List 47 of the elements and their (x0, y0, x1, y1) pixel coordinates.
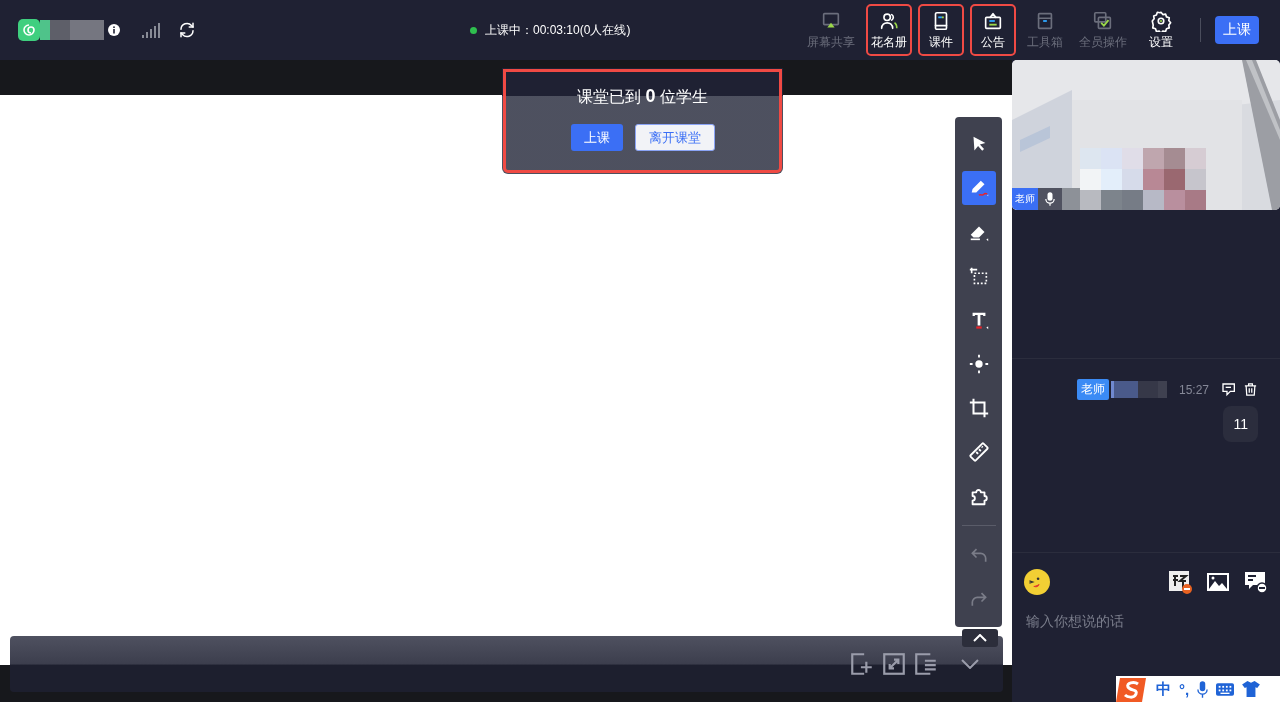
noticeboard-button[interactable]: 公告 (970, 4, 1016, 56)
microphone-icon[interactable] (1197, 680, 1209, 698)
collapse-button[interactable] (962, 629, 998, 647)
ruler-icon (967, 441, 990, 463)
redacted-name (1110, 381, 1167, 398)
trash-icon[interactable] (1243, 382, 1258, 397)
chevron-down-icon[interactable] (961, 659, 979, 669)
info-icon[interactable] (108, 24, 120, 36)
crop-icon (967, 397, 990, 419)
add-page-icon[interactable] (849, 651, 875, 677)
start-class-button[interactable]: 上课 (1215, 16, 1259, 44)
laser-pointer-icon (967, 353, 990, 375)
redacted-name (40, 20, 104, 40)
reply-message-icon[interactable] (1221, 381, 1237, 398)
mic-button[interactable] (1038, 188, 1062, 210)
settings-button[interactable]: 设置 (1138, 4, 1184, 56)
status-text: 上课中：00:03:10(0人在线) (485, 21, 631, 39)
settings-icon (1150, 9, 1172, 32)
ime-logo-icon[interactable] (1116, 676, 1148, 702)
signal-icon (142, 22, 160, 38)
fullscreen-icon[interactable] (881, 651, 907, 677)
message-input[interactable]: 输入你想说的话 (1012, 595, 1280, 651)
message-bubble: 11 (1223, 406, 1258, 442)
message-off-icon[interactable] (1244, 570, 1268, 594)
emoji-icon[interactable] (1024, 569, 1050, 595)
role-badge: 老师 (1012, 188, 1038, 210)
sender-role-tag: 老师 (1076, 379, 1109, 400)
people-button[interactable]: 花名册 (866, 4, 912, 56)
image-icon[interactable] (1206, 570, 1230, 594)
keyboard-icon[interactable] (1216, 682, 1235, 696)
microphone-icon (1045, 192, 1055, 206)
refresh-icon[interactable] (178, 21, 196, 39)
page-list-icon[interactable] (913, 651, 939, 677)
shirt-icon[interactable] (1242, 681, 1261, 697)
ime-mode-toggle[interactable]: °, (1179, 680, 1190, 698)
leave-class-button[interactable]: 离开课堂 (634, 124, 715, 151)
message-time: 15:27 (1178, 382, 1209, 397)
translate-icon[interactable] (1168, 570, 1192, 594)
chevron-up-icon (973, 634, 987, 642)
logo-icon (18, 19, 40, 41)
book-button[interactable]: 课件 (918, 4, 964, 56)
start-class-button[interactable]: 上课 (570, 124, 623, 151)
selection-icon (967, 265, 990, 287)
ime-mode-toggle[interactable]: 中 (1156, 679, 1171, 699)
pen-tool[interactable] (961, 171, 996, 205)
checked-windows-icon (1092, 9, 1114, 32)
attendance-message: 课堂已到 0 位学生 (577, 86, 708, 108)
